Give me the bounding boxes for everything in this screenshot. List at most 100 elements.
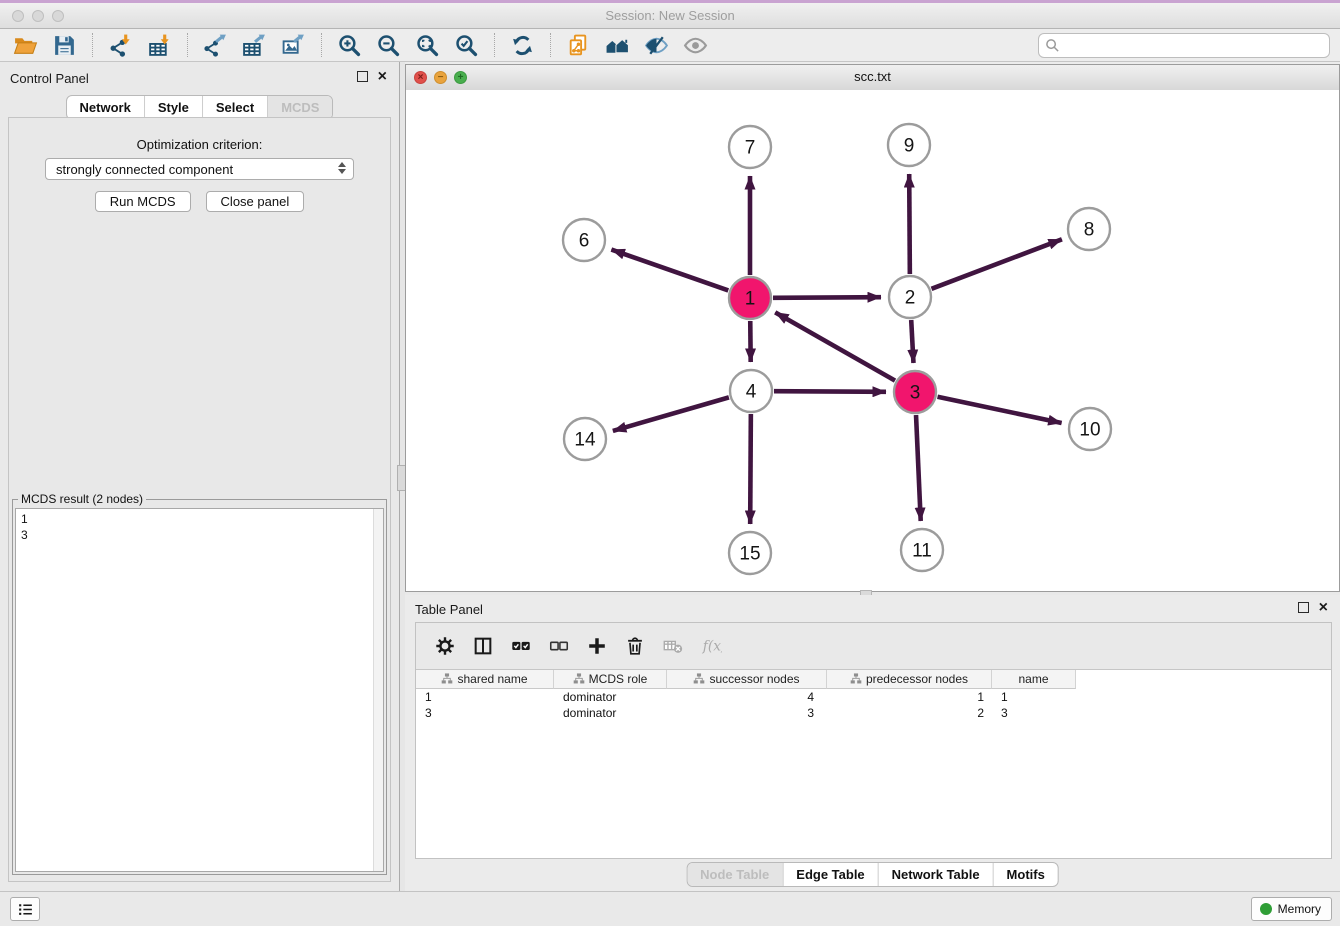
graph-node-6[interactable]: 6 xyxy=(563,219,605,261)
close-panel-icon[interactable]: × xyxy=(1319,603,1328,613)
network-window-titlebar: × − + scc.txt xyxy=(406,65,1339,91)
close-button[interactable] xyxy=(12,10,24,22)
edge-3-1[interactable] xyxy=(775,312,895,380)
toolbar-separator xyxy=(550,33,551,57)
graph-node-10[interactable]: 10 xyxy=(1069,408,1111,450)
delete-columns-icon[interactable] xyxy=(620,631,650,661)
column-header-predecessor-nodes[interactable]: predecessor nodes xyxy=(827,670,992,689)
zoom-out-icon[interactable] xyxy=(373,31,404,59)
table-cell[interactable]: 2 xyxy=(827,706,992,720)
window-controls xyxy=(12,10,64,22)
column-header-successor-nodes[interactable]: successor nodes xyxy=(667,670,827,689)
tab-style[interactable]: Style xyxy=(144,96,202,119)
toolbar-icon-groups xyxy=(6,31,715,59)
column-header-label: successor nodes xyxy=(709,672,799,686)
column-namespace-icon xyxy=(693,673,705,685)
table-cell[interactable]: 1 xyxy=(416,690,554,704)
column-header-name[interactable]: name xyxy=(992,670,1076,689)
new-network-from-selection-icon[interactable] xyxy=(563,31,594,59)
create-column-icon[interactable] xyxy=(582,631,612,661)
column-header-shared-name[interactable]: shared name xyxy=(416,670,554,689)
edge-2-8[interactable] xyxy=(932,239,1062,289)
edge-4-15[interactable] xyxy=(750,414,751,524)
export-image-icon[interactable] xyxy=(278,31,309,59)
network-close-button[interactable]: × xyxy=(414,71,427,84)
list-menu-button[interactable] xyxy=(10,897,40,921)
graph-node-15[interactable]: 15 xyxy=(729,532,771,574)
table-cell[interactable]: dominator xyxy=(554,690,667,704)
table-cell[interactable]: 3 xyxy=(416,706,554,720)
node-label: 6 xyxy=(579,231,590,252)
node-label: 14 xyxy=(574,430,596,451)
table-cell[interactable]: 3 xyxy=(992,706,1076,720)
graph-node-3[interactable]: 3 xyxy=(894,371,936,413)
node-label: 3 xyxy=(910,383,921,404)
import-network-icon[interactable] xyxy=(105,31,136,59)
graph-node-11[interactable]: 11 xyxy=(901,529,943,571)
edge-3-10[interactable] xyxy=(938,397,1062,423)
tab-edge-table[interactable]: Edge Table xyxy=(782,863,877,886)
optimization-criterion-select[interactable]: strongly connected component xyxy=(45,158,354,180)
hide-selected-icon[interactable] xyxy=(641,31,672,59)
zoom-in-icon[interactable] xyxy=(334,31,365,59)
tab-motifs[interactable]: Motifs xyxy=(993,863,1058,886)
tab-network[interactable]: Network xyxy=(67,96,144,119)
table-cell[interactable]: 1 xyxy=(992,690,1076,704)
zoom-selected-icon[interactable] xyxy=(451,31,482,59)
show-columns-icon[interactable] xyxy=(468,631,498,661)
float-panel-icon[interactable] xyxy=(1298,602,1309,613)
result-scrollbar[interactable] xyxy=(373,509,383,871)
close-panel-button[interactable]: Close panel xyxy=(206,191,305,212)
network-minimize-button[interactable]: − xyxy=(434,71,447,84)
tab-mcds[interactable]: MCDS xyxy=(267,96,332,119)
minimize-button[interactable] xyxy=(32,10,44,22)
search-input[interactable] xyxy=(1064,38,1329,54)
open-session-icon[interactable] xyxy=(10,31,41,59)
table-settings-icon[interactable] xyxy=(430,631,460,661)
close-panel-icon[interactable]: × xyxy=(378,72,387,82)
tab-select[interactable]: Select xyxy=(202,96,267,119)
graph-node-4[interactable]: 4 xyxy=(730,370,772,412)
tab-node-table[interactable]: Node Table xyxy=(687,863,782,886)
column-header-MCDS-role[interactable]: MCDS role xyxy=(554,670,667,689)
edge-3-11[interactable] xyxy=(916,415,921,521)
graph-node-7[interactable]: 7 xyxy=(729,126,771,168)
select-all-checks-icon[interactable] xyxy=(506,631,536,661)
graph-node-14[interactable]: 14 xyxy=(564,418,606,460)
search-box[interactable] xyxy=(1038,33,1330,58)
zoom-fit-icon[interactable] xyxy=(412,31,443,59)
zoom-button[interactable] xyxy=(52,10,64,22)
apply-layout-icon[interactable] xyxy=(507,31,538,59)
tab-network-table[interactable]: Network Table xyxy=(878,863,993,886)
column-namespace-icon xyxy=(441,673,453,685)
edge-4-14[interactable] xyxy=(613,397,729,431)
graph-node-8[interactable]: 8 xyxy=(1068,208,1110,250)
table-cell[interactable]: 4 xyxy=(667,690,827,704)
graph-node-9[interactable]: 9 xyxy=(888,124,930,166)
edge-2-3[interactable] xyxy=(911,320,913,363)
edge-1-2[interactable] xyxy=(773,297,881,298)
network-view-window: × − + scc.txt 7 9 6 8 1 2 4 3 14 10 15 11 xyxy=(405,64,1340,592)
export-table-icon[interactable] xyxy=(239,31,270,59)
main-toolbar xyxy=(0,29,1340,62)
export-network-icon[interactable] xyxy=(200,31,231,59)
table-cell[interactable]: dominator xyxy=(554,706,667,720)
memory-button[interactable]: Memory xyxy=(1251,897,1332,921)
run-mcds-button[interactable]: Run MCDS xyxy=(95,191,191,212)
table-cell[interactable]: 1 xyxy=(827,690,992,704)
mcds-result-textarea[interactable]: 13 xyxy=(15,508,384,872)
save-session-icon[interactable] xyxy=(49,31,80,59)
import-table-icon[interactable] xyxy=(144,31,175,59)
edge-4-3[interactable] xyxy=(774,391,886,392)
table-cell[interactable]: 3 xyxy=(667,706,827,720)
network-canvas[interactable]: 7 9 6 8 1 2 4 3 14 10 15 11 xyxy=(406,90,1339,591)
edge-1-6[interactable] xyxy=(611,250,728,291)
float-panel-icon[interactable] xyxy=(357,71,368,82)
first-neighbors-icon[interactable] xyxy=(602,31,633,59)
edge-2-9[interactable] xyxy=(909,174,910,274)
clear-all-checks-icon[interactable] xyxy=(544,631,574,661)
network-maximize-button[interactable]: + xyxy=(454,71,467,84)
graph-node-2[interactable]: 2 xyxy=(889,276,931,318)
graph-node-1[interactable]: 1 xyxy=(729,277,771,319)
application-window: Session: New Session Control Panel × Net… xyxy=(0,0,1340,926)
